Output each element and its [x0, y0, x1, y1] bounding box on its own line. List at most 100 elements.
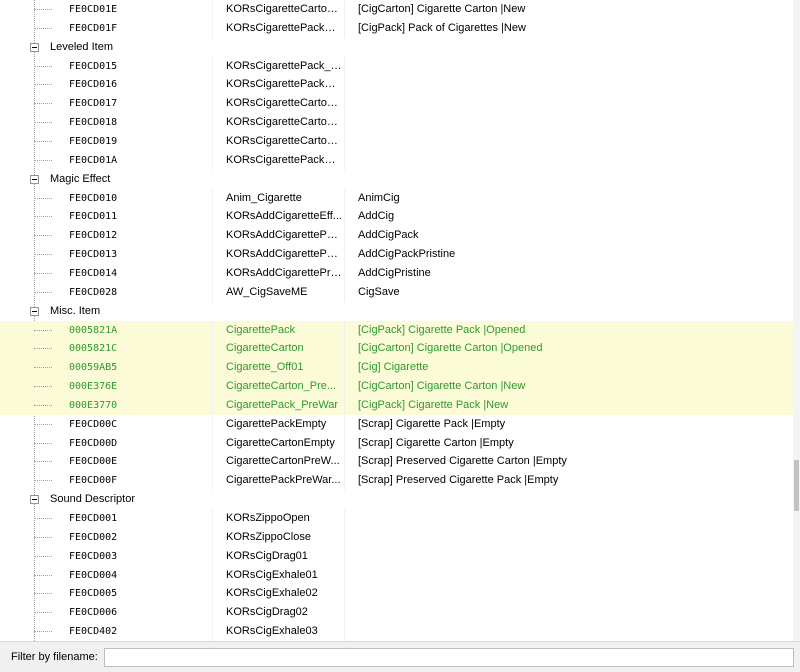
tree-group-row[interactable]: Leveled Item [0, 38, 793, 57]
form-id-cell: FE0CD004 [69, 569, 118, 581]
collapse-icon[interactable] [30, 495, 39, 505]
tree-record-row[interactable]: FE0CD018 KORsCigaretteCartonUse_LL [0, 113, 793, 133]
name-cell: CigSave [344, 282, 793, 302]
form-id-cell: FE0CD014 [69, 267, 118, 279]
form-id-cell: 000E376E [69, 381, 118, 392]
name-cell: AddCigPristine [344, 263, 793, 283]
tree-record-row[interactable]: FE0CD01A KORsCigarettePackNewUse_LL [0, 150, 793, 170]
tree-record-row[interactable]: FE0CD019 KORsCigaretteCartonNewUse_LL [0, 132, 793, 151]
name-cell: [Scrap] Preserved Cigarette Carton |Empt… [344, 452, 793, 472]
tree-group-row[interactable]: Misc. Item [0, 302, 793, 321]
tree-record-row[interactable]: FE0CD016 KORsCigarettePackUse_LL [0, 75, 793, 95]
tree-record-row[interactable]: FE0CD01E KORsCigaretteCarton... [CigCarton… [0, 0, 793, 19]
name-cell: AddCigPack [344, 226, 793, 246]
name-cell [344, 603, 793, 623]
tree-branch-line [34, 536, 52, 538]
tree-record-row[interactable]: FE0CD001 KORsZippoOpen [0, 509, 793, 528]
editor-id-cell: KORsCigExhale01 [212, 565, 342, 585]
tree-record-row[interactable]: FE0CD010 Anim_Cigarette AnimCig [0, 188, 793, 208]
tree-record-row[interactable]: FE0CD003 KORsCigDrag01 [0, 546, 793, 566]
tree-record-row[interactable]: FE0CD028 AW_CigSaveME CigSave [0, 282, 793, 302]
tree-group-row[interactable]: Sound Descriptor [0, 490, 793, 509]
vertical-scrollbar[interactable] [793, 0, 800, 641]
tree-branch-line [34, 141, 52, 142]
tree-record-row[interactable]: FE0CD005 KORsCigExhale02 [0, 584, 793, 604]
tree-record-row[interactable]: FE0CD00C CigarettePackEmpty [Scrap] Cigare… [0, 414, 793, 434]
filter-input[interactable] [104, 648, 794, 667]
filter-label: Filter by filename: [11, 651, 98, 663]
editor-id-cell: KORsCigaretteCartonUse_LL [212, 113, 342, 133]
tree-branch-line [34, 386, 52, 387]
collapse-icon[interactable] [30, 306, 39, 316]
tree-record-row[interactable]: FE0CD00D CigaretteCartonEmpty [Scrap] Ciga… [0, 433, 793, 453]
editor-id-cell: AW_CigSaveME [212, 282, 342, 302]
editor-id-cell: KORsCigaretteCarton_LL [212, 94, 342, 114]
editor-id-cell: KORsCigExhale02 [212, 584, 342, 604]
tree-record-row[interactable]: FE0CD011 KORsAddCigaretteEff... AddCig [0, 207, 793, 227]
group-label: Misc. Item [50, 304, 101, 317]
tree-branch-line [34, 367, 52, 369]
editor-id-cell: CigaretteCartonPreW... [212, 452, 342, 472]
form-id-cell: FE0CD010 [69, 192, 118, 204]
tree-branch-line [34, 65, 52, 67]
form-id-cell: FE0CD402 [69, 626, 118, 638]
scrollbar-thumb[interactable] [794, 459, 799, 512]
name-cell [344, 527, 793, 547]
form-id-cell: FE0CD003 [69, 550, 118, 562]
tree-record-row[interactable]: FE0CD014 KORsAddCigarettePri... AddCigPris… [0, 263, 793, 283]
records-tree[interactable]: FE0CD01E KORsCigaretteCarton... [CigCarton… [0, 0, 793, 641]
editor-id-cell: KORsCigarettePackUse_LL [212, 75, 342, 95]
tree-branch-line [34, 197, 52, 199]
tree-branch-line [34, 291, 52, 293]
name-cell: [CigPack] Pack of Cigarettes |New [344, 18, 793, 38]
name-cell [344, 509, 793, 528]
tree-record-row[interactable]: FE0CD00E CigaretteCartonPreW... [Scrap] Pr… [0, 452, 793, 472]
tree-record-row[interactable]: 0005821C CigaretteCarton [CigCarton] Cigar… [0, 339, 793, 359]
tree-group-row[interactable]: Magic Effect [0, 170, 793, 189]
editor-id-cell: CigaretteCarton [212, 339, 342, 359]
tree-record-row[interactable]: 0005821A CigarettePack [CigPack] Cigarette… [0, 320, 793, 340]
form-id-cell: FE0CD017 [69, 98, 118, 110]
name-cell: [CigPack] Cigarette Pack |New [344, 395, 793, 415]
editor-id-cell: KORsAddCigarettePa... [212, 226, 342, 246]
form-id-cell: FE0CD016 [69, 79, 118, 91]
name-cell: [Scrap] Cigarette Carton |Empty [344, 433, 793, 453]
form-id-cell: FE0CD013 [69, 249, 118, 261]
tree-branch-line [34, 423, 52, 425]
tree-record-row[interactable]: FE0CD002 KORsZippoClose [0, 527, 793, 547]
tree-record-row[interactable]: FE0CD004 KORsCigExhale01 [0, 565, 793, 585]
editor-id-cell: CigarettePackPreWar... [212, 471, 342, 491]
name-cell: [CigCarton] Cigarette Carton |Opened [344, 339, 793, 359]
name-cell [344, 622, 793, 641]
name-cell: [Cig] Cigarette [344, 358, 793, 378]
collapse-icon[interactable] [30, 174, 39, 184]
collapse-icon[interactable] [30, 42, 39, 52]
name-cell: AddCig [344, 207, 793, 227]
tree-record-row[interactable]: FE0CD00F CigarettePackPreWar... [Scrap] Pr… [0, 471, 793, 491]
name-cell [344, 56, 793, 76]
tree-record-row[interactable]: FE0CD013 KORsAddCigarettePa... AddCigPackP… [0, 245, 793, 265]
tree-record-row[interactable]: FE0CD017 KORsCigaretteCarton_LL [0, 94, 793, 114]
form-id-cell: 000E3770 [69, 399, 118, 411]
tree-record-row[interactable]: 00059AB5 Cigarette_Off01 [Cig] Cigarette [0, 358, 793, 378]
editor-id-cell: KORsCigarettePack_LL [212, 56, 342, 76]
name-cell: [CigCarton] Cigarette Carton |New [344, 0, 793, 19]
tree-record-row[interactable]: 000E3770 CigarettePack_PreWar [CigPack] Ci… [0, 395, 793, 415]
name-cell: AddCigPackPristine [344, 245, 793, 265]
tree-branch-line [34, 27, 52, 29]
tree-record-row[interactable]: FE0CD012 KORsAddCigarettePa... AddCigPack [0, 226, 793, 246]
editor-id-cell: KORsCigDrag02 [212, 603, 342, 623]
tree-record-row[interactable]: FE0CD006 KORsCigDrag02 [0, 603, 793, 623]
tree-record-row[interactable]: FE0CD402 KORsCigExhale03 [0, 622, 793, 641]
form-id-cell: FE0CD012 [69, 230, 118, 242]
tree-branch-line [34, 404, 52, 406]
editor-id-cell: CigarettePack_PreWar [212, 395, 342, 415]
tree-record-row[interactable]: 000E376E CigaretteCarton_Pre... [CigCarton… [0, 377, 793, 396]
name-cell [344, 132, 793, 151]
tree-branch-line [34, 216, 52, 218]
tree-record-row[interactable]: FE0CD01F KORsCigarettePackPr... [CigPack] … [0, 18, 793, 38]
tree-record-row[interactable]: FE0CD015 KORsCigarettePack_LL [0, 56, 793, 76]
editor-id-cell: KORsCigarettePackNewUse_LL [212, 150, 342, 170]
editor-id-cell: KORsCigDrag01 [212, 546, 342, 566]
tree-branch-line [34, 574, 52, 576]
